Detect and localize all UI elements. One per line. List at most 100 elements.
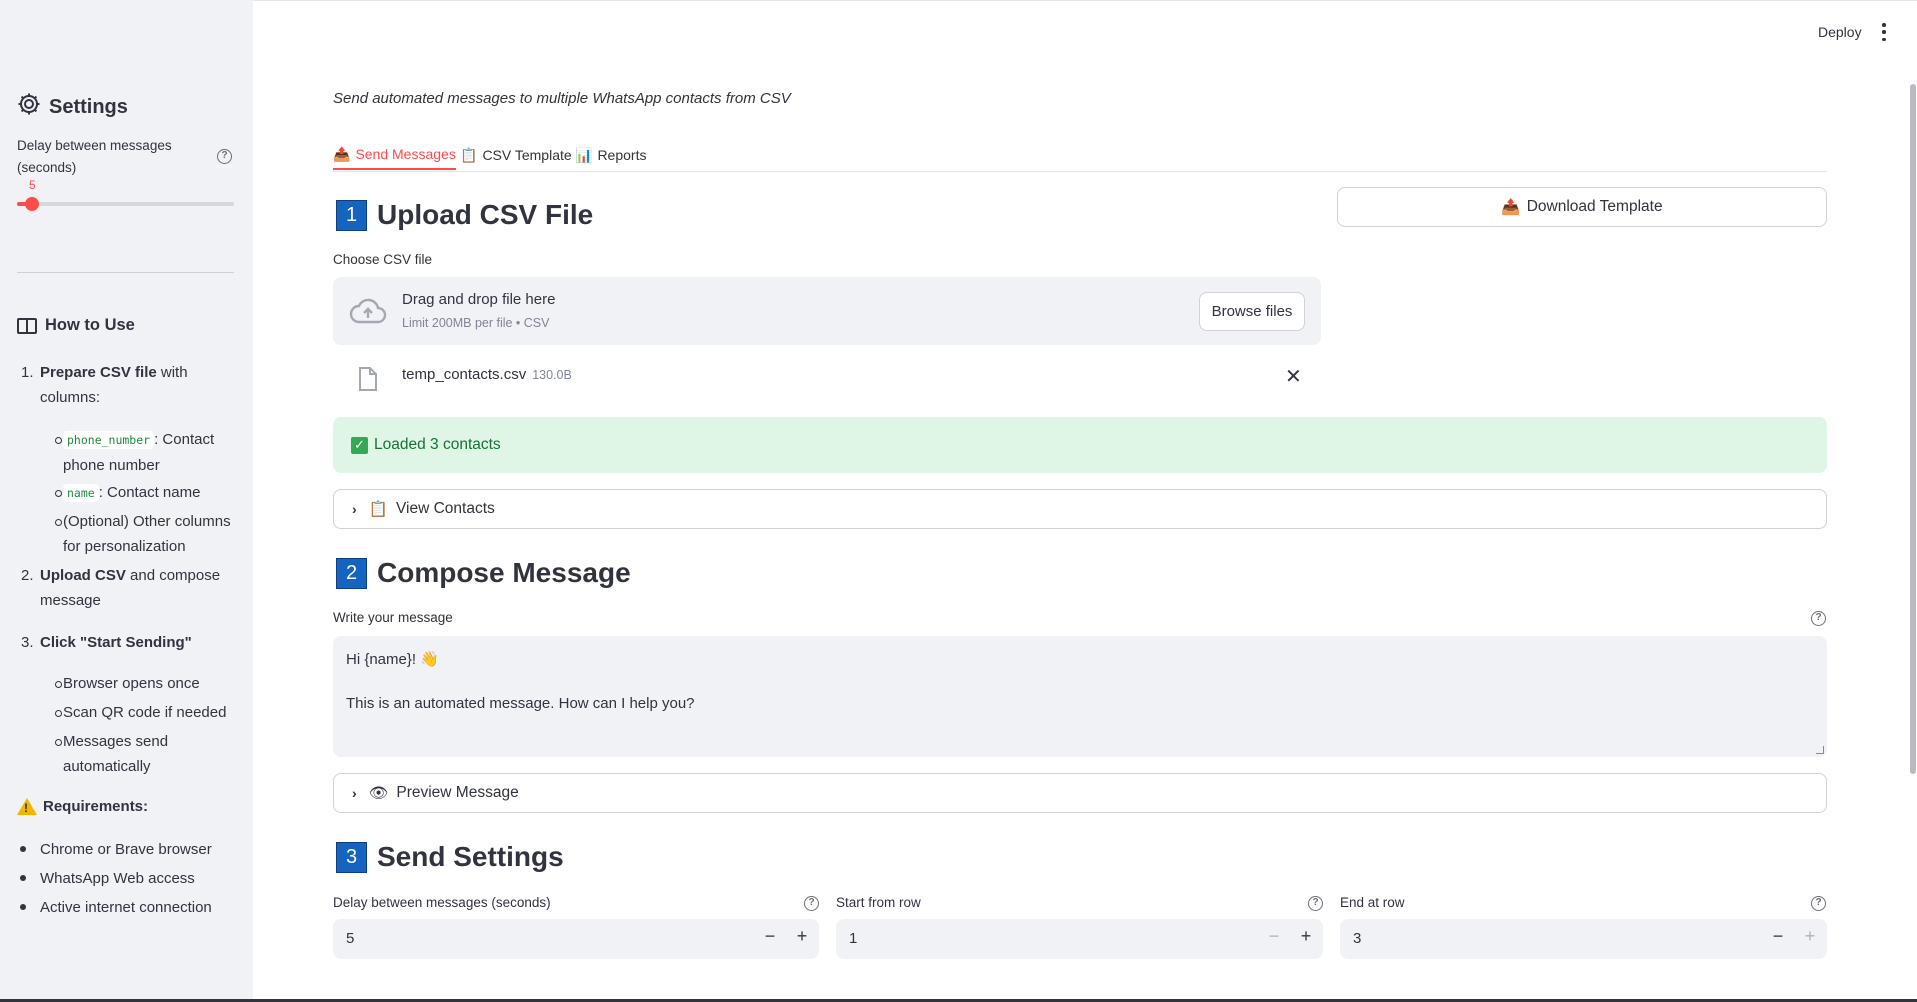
list-item: phone_number: Contact phone number [63, 427, 243, 478]
input-value: 5 [346, 930, 355, 947]
expander-label: View Contacts [395, 500, 495, 517]
list-item: Chrome or Brave browser [40, 841, 212, 858]
start-row-input[interactable]: 1 − + [836, 919, 1323, 959]
increment-button[interactable]: + [1799, 926, 1821, 947]
code-phone-number: phone_number [63, 431, 155, 449]
warning-icon [17, 798, 37, 815]
code-name: name [63, 484, 99, 502]
file-size: 130.0B [532, 368, 572, 382]
tab-label: Send Messages [355, 146, 456, 162]
download-template-button[interactable]: 📤 Download Template [1337, 187, 1827, 227]
bullet-text: : Contact name [98, 484, 201, 501]
message-line: Hi {name}! 👋 [346, 651, 439, 668]
list-item: Browser opens once [63, 675, 200, 692]
section-title: Compose Message [377, 557, 631, 588]
decrement-button[interactable]: − [1263, 926, 1285, 947]
bullet [20, 846, 26, 852]
how-to-use-heading: How to Use [17, 316, 135, 335]
book-icon [17, 317, 37, 334]
delay-slider[interactable] [17, 197, 234, 211]
requirements-heading: Requirements: [17, 798, 148, 815]
bullet [20, 904, 26, 910]
file-name: temp_contacts.csv [402, 366, 527, 383]
increment-button[interactable]: + [791, 926, 813, 947]
end-row-input[interactable]: 3 − + [1340, 919, 1827, 959]
help-icon[interactable]: ? [1811, 611, 1826, 626]
step-bold: Click "Start Sending" [40, 634, 192, 651]
download-template-label: Download Template [1526, 198, 1663, 215]
section-title: Upload CSV File [377, 199, 594, 230]
bullet [55, 519, 62, 526]
page-title-clipped [333, 22, 913, 72]
more-menu-icon[interactable] [1880, 23, 1888, 41]
bullet [55, 437, 62, 444]
delay-input-label: Delay between messages (seconds) [333, 895, 551, 910]
step-text: Prepare CSV file with columns: [40, 360, 240, 410]
section-heading-compose: 2 Compose Message [336, 557, 631, 589]
eye-icon: 👁 [368, 784, 389, 802]
browse-files-button[interactable]: Browse files [1199, 292, 1305, 331]
sidebar-title: Settings [17, 92, 128, 122]
bullet [55, 739, 62, 746]
choose-csv-label: Choose CSV file [333, 252, 433, 267]
start-row-label: Start from row [836, 895, 921, 910]
bullet [20, 875, 26, 881]
outbox-icon: 📤 [1501, 198, 1521, 216]
success-alert: ✓ Loaded 3 contacts [333, 417, 1827, 473]
section-heading-send-settings: 3 Send Settings [336, 841, 564, 873]
delay-number-input[interactable]: 5 − + [333, 919, 819, 959]
tab-csv-template[interactable]: 📋 CSV Template [460, 140, 572, 170]
view-contacts-expander[interactable]: › 📋 View Contacts [333, 489, 1827, 529]
close-icon[interactable]: ✕ [1285, 364, 1302, 389]
increment-button[interactable]: + [1295, 926, 1317, 947]
file-dropzone[interactable]: Drag and drop file here Limit 200MB per … [333, 277, 1321, 345]
chevron-right-icon: › [352, 785, 357, 801]
step-number: 3. [21, 634, 34, 651]
file-icon [357, 366, 379, 397]
help-icon[interactable]: ? [217, 149, 232, 164]
tab-bar: 📤 Send Messages 📋 CSV Template 📊 Reports [333, 138, 1827, 172]
bullet [55, 710, 62, 717]
clipboard-icon: 📋 [368, 500, 388, 518]
tab-label: CSV Template [482, 147, 572, 163]
decrement-button[interactable]: − [759, 926, 781, 947]
number-badge: 2 [336, 557, 367, 589]
help-icon[interactable]: ? [804, 896, 819, 911]
step-number: 2. [21, 567, 34, 584]
how-to-use-title: How to Use [45, 316, 135, 334]
chevron-right-icon: › [352, 501, 357, 517]
number-badge: 3 [336, 841, 367, 873]
bullet [55, 490, 62, 497]
input-value: 3 [1353, 930, 1362, 947]
decrement-button[interactable]: − [1767, 926, 1789, 947]
list-item: name: Contact name [63, 480, 243, 506]
tab-reports[interactable]: 📊 Reports [575, 140, 646, 170]
file-name-group: temp_contacts.csv 130.0B [402, 366, 572, 383]
requirements-title: Requirements: [43, 798, 149, 815]
deploy-button[interactable]: Deploy [1818, 24, 1862, 40]
page-subtitle: Send automated messages to multiple What… [333, 90, 791, 107]
step-text: Click "Start Sending" [40, 630, 240, 655]
help-icon[interactable]: ? [1308, 896, 1323, 911]
tab-send-messages[interactable]: 📤 Send Messages [333, 140, 456, 170]
tab-label: Reports [597, 147, 647, 163]
end-row-label: End at row [1340, 895, 1405, 910]
preview-message-expander[interactable]: › 👁 Preview Message [333, 773, 1827, 813]
bar-chart-icon: 📊 [575, 146, 593, 163]
help-icon[interactable]: ? [1811, 896, 1826, 911]
number-badge: 1 [336, 199, 367, 231]
resize-handle[interactable] [1816, 746, 1824, 754]
scrollbar[interactable] [1910, 84, 1916, 774]
cloud-upload-icon [349, 297, 387, 330]
top-border [253, 0, 1917, 3]
section-heading-upload: 1 Upload CSV File [336, 199, 593, 231]
list-item: Scan QR code if needed [63, 704, 227, 721]
bullet [55, 681, 62, 688]
message-textarea[interactable]: Hi {name}! 👋 This is an automated messag… [333, 636, 1827, 757]
outbox-icon: 📤 [333, 145, 351, 162]
delay-slider-label: Delay between messages (seconds) [17, 138, 172, 175]
step-bold: Upload CSV [40, 567, 126, 584]
gear-icon [17, 92, 41, 122]
dropzone-text: Drag and drop file here [402, 291, 556, 308]
delay-slider-thumb[interactable] [25, 197, 40, 211]
